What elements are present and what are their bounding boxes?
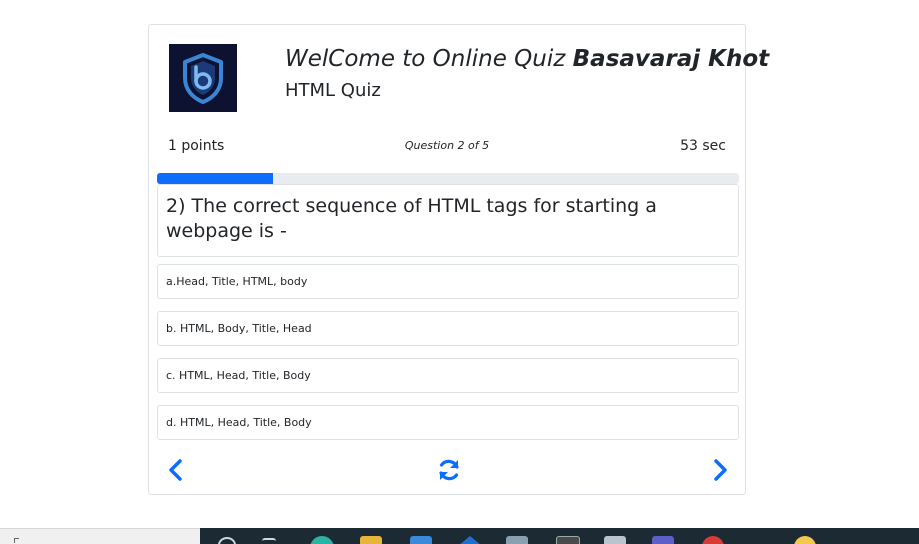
user-name: Basavaraj Khot: [572, 46, 770, 72]
caret-up-icon: [14, 538, 19, 543]
window-app-icon[interactable]: [604, 536, 626, 544]
option-b[interactable]: b. HTML, Body, Title, Head: [157, 311, 739, 346]
teams-icon[interactable]: [652, 536, 674, 544]
next-button[interactable]: [707, 457, 733, 483]
chevron-right-icon: [714, 459, 727, 481]
question-text: 2) The correct sequence of HTML tags for…: [157, 184, 739, 257]
options-list: a.Head, Title, HTML, body b. HTML, Body,…: [157, 264, 739, 452]
shield-logo-icon: [169, 44, 237, 112]
option-c[interactable]: c. HTML, Head, Title, Body: [157, 358, 739, 393]
store-icon[interactable]: [410, 536, 432, 544]
progress-fill: [157, 173, 274, 184]
search-icon[interactable]: [218, 537, 236, 544]
page-title: WelCome to Online Quiz Basavaraj Khot: [285, 43, 769, 75]
sticky-notes-icon[interactable]: [794, 536, 816, 544]
task-view-icon[interactable]: [262, 538, 276, 544]
window-bottom-strip: [0, 528, 200, 544]
quiz-progress-bar: [157, 173, 739, 184]
quiz-meta-row: 1 points Question 2 of 5 53 sec: [168, 135, 726, 157]
edge-browser-icon[interactable]: [310, 536, 334, 544]
vscode-icon[interactable]: [458, 536, 482, 544]
option-d[interactable]: d. HTML, Head, Title, Body: [157, 405, 739, 440]
option-a[interactable]: a.Head, Title, HTML, body: [157, 264, 739, 299]
terminal-icon[interactable]: [556, 536, 580, 544]
previous-button[interactable]: [163, 457, 189, 483]
file-explorer-icon[interactable]: [360, 536, 382, 544]
quiz-subtitle: HTML Quiz: [285, 80, 381, 101]
refresh-icon: [439, 459, 459, 481]
app-icon[interactable]: [506, 536, 528, 544]
taskbar: [200, 528, 919, 544]
chrome-icon[interactable]: [702, 536, 724, 544]
chevron-left-icon: [169, 459, 182, 481]
quiz-card: WelCome to Online Quiz Basavaraj Khot HT…: [148, 24, 769, 495]
question-counter: Question 2 of 5: [404, 139, 490, 152]
title-prefix: WelCome to Online Quiz: [285, 46, 573, 72]
timer-label: 53 sec: [680, 138, 726, 154]
refresh-button[interactable]: [436, 457, 462, 483]
